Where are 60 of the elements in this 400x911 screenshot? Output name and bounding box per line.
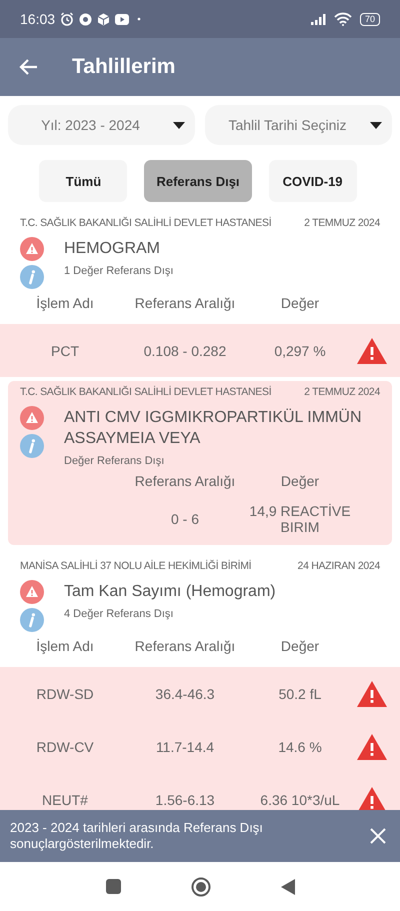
reference-range: 36.4-46.3 xyxy=(154,686,216,702)
test-name: PCT xyxy=(50,342,80,358)
cube-icon xyxy=(97,12,110,26)
reference-range: 1.56-6.13 xyxy=(154,792,216,808)
institution-name: MANİSA SALİHLİ 37 NOLU AİLE HEKİMLİĞİ BİRİMİ xyxy=(20,560,252,572)
filter-tab[interactable]: COVID-19 xyxy=(268,160,357,202)
out-of-range-summary: Değer Referans Dışı xyxy=(64,455,166,467)
result-date: 2 TEMMUZ 2024 xyxy=(304,217,380,229)
warning-icon xyxy=(20,406,44,430)
dropdown-field[interactable]: Yıl: 2023 - 2024 xyxy=(8,105,195,145)
wifi-icon xyxy=(334,12,352,26)
back-button[interactable] xyxy=(18,58,38,76)
out-of-range-summary: 1 Değer Referans Dışı xyxy=(64,265,174,277)
reference-range: 0 - 6 xyxy=(170,511,200,527)
recents-button[interactable] xyxy=(106,879,120,894)
column-header: Referans Aralığı xyxy=(134,473,236,489)
institution-name: T.C. SAĞLIK BAKANLIĞI SALİHLİ DEVLET HASTANESİ xyxy=(20,386,272,398)
out-of-range-summary: 4 Değer Referans Dışı xyxy=(64,608,174,620)
column-header: Değer xyxy=(280,295,320,311)
result-date: 2 TEMMUZ 2024 xyxy=(304,386,380,398)
warning-icon xyxy=(20,580,44,604)
caret-icon xyxy=(173,122,185,128)
warning-icon xyxy=(20,237,44,261)
filter-tab[interactable]: Tümü xyxy=(39,160,128,202)
filter-tab[interactable]: Referans Dışı xyxy=(144,160,252,202)
reference-range: 0.108 - 0.282 xyxy=(142,342,228,358)
column-header: Değer xyxy=(280,638,320,654)
reference-range: 11.7-14.4 xyxy=(154,738,216,754)
test-title: ANTI CMV IGGMIKROPARTIKÜL IMMÜN ASSAYMEIA VEYA xyxy=(64,408,362,449)
video-play-icon xyxy=(115,14,130,24)
snackbar-message: 2023 - 2024 tarihleri arasında Referans Dışı sonuçlargösterilmektedir. xyxy=(10,820,264,852)
screen-title: Tahlillerim xyxy=(72,55,176,79)
test-name: RDW-CV xyxy=(35,738,95,754)
back-button[interactable] xyxy=(280,878,294,894)
clock-time: 16:03 xyxy=(20,11,56,27)
battery-icon: 70 xyxy=(360,12,380,26)
result-value: 6.36 10*3/uL xyxy=(259,792,341,808)
result-value: 14.6 % xyxy=(277,738,323,754)
test-name: RDW-SD xyxy=(35,686,95,702)
home-button[interactable] xyxy=(190,876,210,896)
dropdown-field[interactable]: Tahlil Tarihi Seçiniz xyxy=(205,105,392,145)
column-header: İşlem Adı xyxy=(35,638,95,654)
test-title: HEMOGRAM xyxy=(64,239,161,259)
column-header: Referans Aralığı xyxy=(134,638,236,654)
caret-icon xyxy=(370,122,382,128)
result-value: 14,9 REACTİVE BIRIM xyxy=(248,503,352,535)
result-value: 0,297 % xyxy=(273,342,327,358)
close-button[interactable] xyxy=(370,828,386,844)
column-header: Değer xyxy=(280,473,320,489)
institution-name: T.C. SAĞLIK BAKANLIĞI SALİHLİ DEVLET HASTANESİ xyxy=(20,217,272,229)
close-icon xyxy=(370,828,386,844)
column-header: Referans Aralığı xyxy=(134,295,236,311)
back-arrow-icon xyxy=(18,58,38,76)
result-date: 24 HAZIRAN 2024 xyxy=(298,560,380,572)
result-value: 50.2 fL xyxy=(278,686,322,702)
test-name: NEUT# xyxy=(41,792,89,808)
test-title: Tam Kan Sayımı (Hemogram) xyxy=(64,582,276,602)
column-header: İşlem Adı xyxy=(35,295,95,311)
result-card[interactable]: T.C. SAĞLIK BAKANLIĞI SALİHLİ DEVLET HASTANESİ 2 TEMMUZ 2024 ANTI CMV IGGMIKROPARTIKÜL IMMÜN ASSAYMEIA VEYA Değer Referans Dışı Referans Aralığı Değer 0 - 6 14,9 REACTİVE BIRIM xyxy=(8,381,392,545)
alarm-clock-icon xyxy=(60,12,74,26)
